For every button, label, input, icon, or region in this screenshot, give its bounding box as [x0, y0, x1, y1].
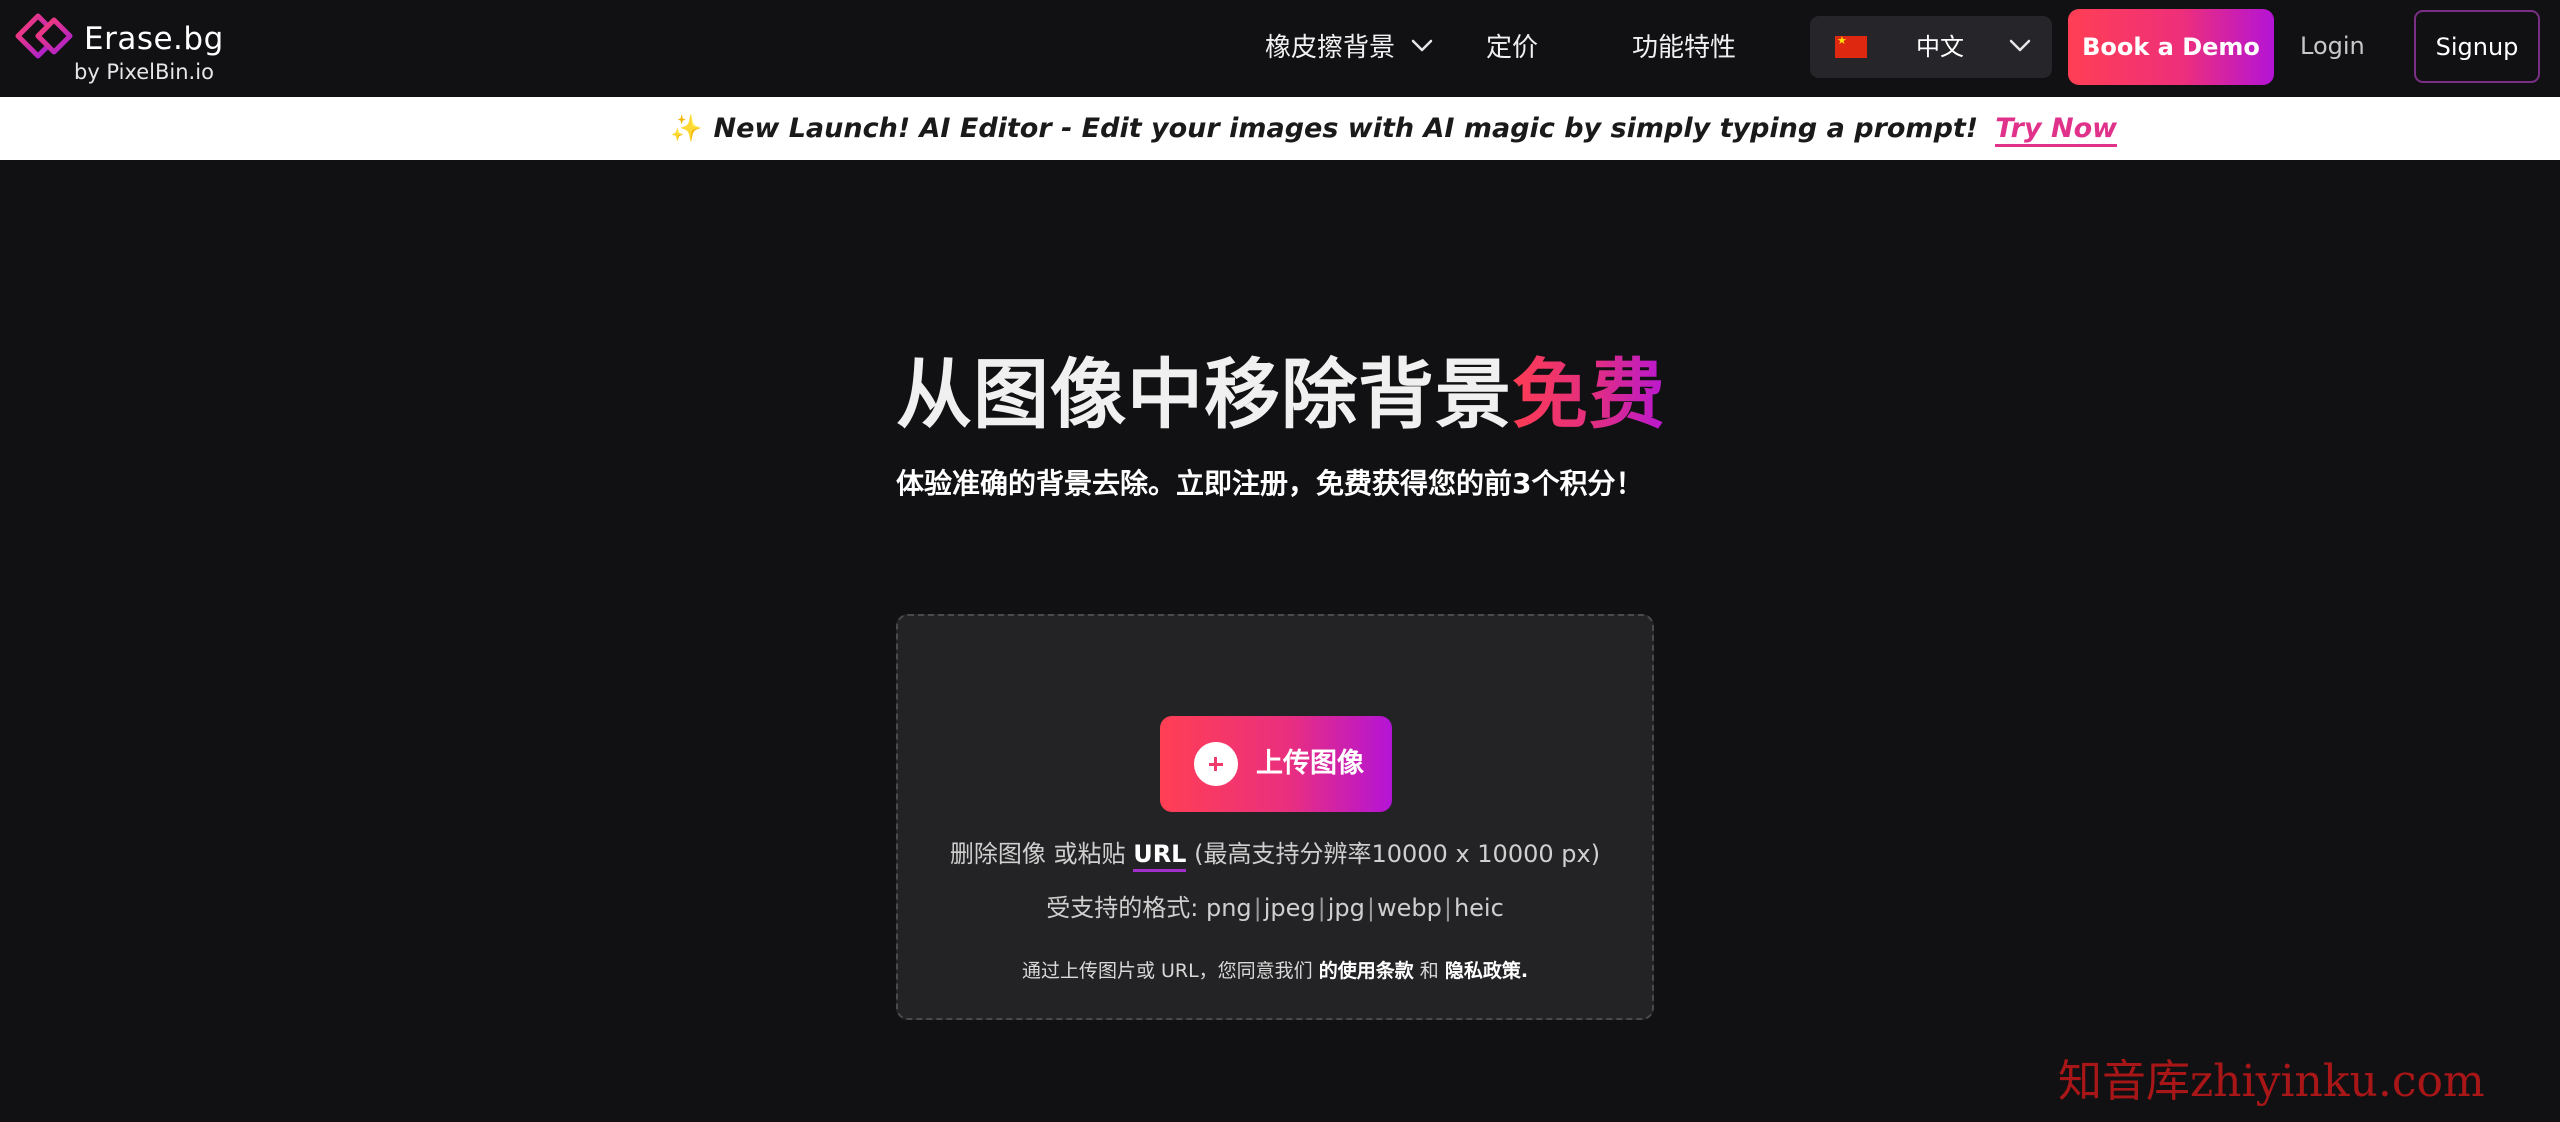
upload-image-button[interactable]: 上传图像 [1160, 716, 1392, 812]
page-subtitle: 体验准确的背景去除。立即注册，免费获得您的前3个积分！ [896, 467, 1644, 500]
erasebg-logo-icon [15, 13, 73, 59]
format-item: webp [1376, 894, 1442, 922]
paste-url-link[interactable]: URL [1133, 840, 1187, 872]
drop-instructions: 删除图像 或粘贴 URL (最高支持分辨率10000 x 10000 px) [898, 834, 1652, 874]
plus-circle-icon [1194, 742, 1238, 786]
title-main: 从图像中移除背景 [896, 350, 1512, 439]
nav-item-label: 橡皮擦背景 [1265, 33, 1396, 63]
supported-formats: 受支持的格式: png|jpeg|jpg|webp|heic [1046, 894, 1504, 922]
chevron-down-icon[interactable] [1410, 38, 1434, 54]
try-now-link[interactable]: Try Now [1995, 114, 2118, 147]
upload-button-label: 上传图像 [1256, 748, 1364, 779]
drop-suffix: (最高支持分辨率10000 x 10000 px) [1194, 840, 1601, 868]
book-demo-button[interactable]: Book a Demo [2068, 9, 2274, 85]
format-item: jpg [1327, 894, 1365, 922]
format-item: heic [1453, 894, 1504, 922]
terms-prefix: 通过上传图片或 URL，您同意我们 [1021, 960, 1313, 982]
terms-and: 和 [1419, 960, 1439, 982]
nav-item-eraser-background[interactable]: 橡皮擦背景 [1265, 30, 1395, 66]
terms-notice: 通过上传图片或 URL，您同意我们 的使用条款 和 隐私政策. [898, 954, 1652, 988]
terms-of-use-link[interactable]: 的使用条款 [1319, 960, 1414, 982]
nav-item-label: 定价 [1486, 33, 1539, 63]
nav-item-label: 功能特性 [1632, 33, 1737, 63]
china-flag-icon: ★ [1835, 34, 1867, 58]
language-label: 中文 [1916, 33, 1964, 61]
drop-prefix: 删除图像 或粘贴 [949, 840, 1126, 868]
title-accent: 免费 [1512, 350, 1666, 439]
language-selector[interactable]: ★ 中文 [1810, 16, 2052, 78]
watermark: 知音库zhiyinku.com [2058, 1056, 2485, 1107]
announcement-text: New Launch! AI Editor - Edit your images… [713, 113, 1979, 144]
login-link[interactable]: Login [2300, 26, 2365, 66]
chevron-down-icon [2009, 39, 2031, 52]
nav-item-features[interactable]: 功能特性 [1632, 30, 1736, 66]
announcement-banner: ✨ New Launch! AI Editor - Edit your imag… [0, 97, 2560, 160]
nav-item-pricing[interactable]: 定价 [1486, 30, 1538, 66]
logo-subtitle: by PixelBin.io [74, 60, 214, 84]
top-navbar: Erase.bg by PixelBin.io 橡皮擦背景 定价 功能特性 ★ … [0, 0, 2560, 97]
signup-button[interactable]: Signup [2414, 10, 2540, 83]
sparkles-icon: ✨ [670, 114, 703, 144]
page-title: 从图像中移除背景免费 [896, 345, 1666, 445]
logo[interactable]: Erase.bg by PixelBin.io [14, 10, 223, 84]
logo-name: Erase.bg [84, 21, 224, 57]
privacy-policy-link[interactable]: 隐私政策. [1445, 960, 1528, 982]
format-item: png [1205, 894, 1252, 922]
format-item: jpeg [1263, 894, 1316, 922]
upload-dropzone[interactable]: 上传图像 删除图像 或粘贴 URL (最高支持分辨率10000 x 10000 … [896, 614, 1654, 1020]
formats-label: 受支持的格式: [1046, 894, 1199, 922]
